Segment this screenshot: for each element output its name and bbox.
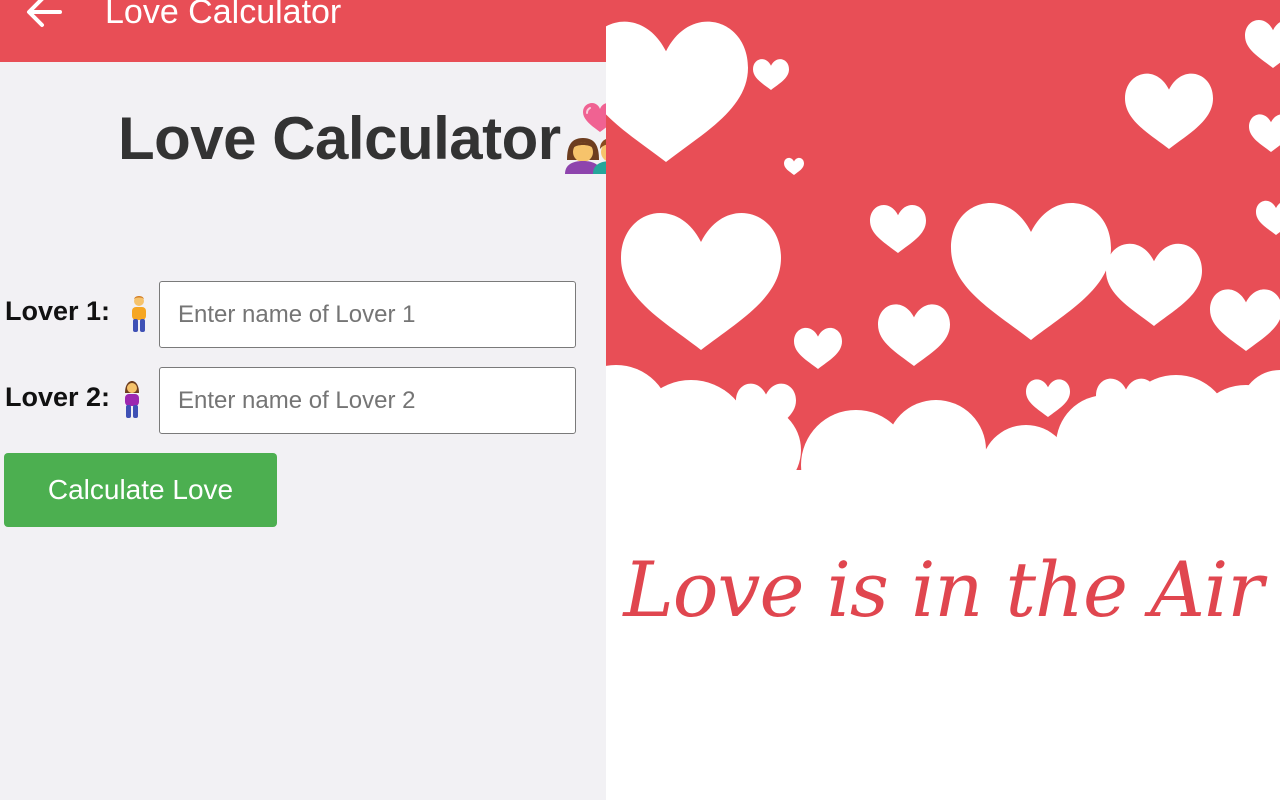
love-calculator-app: Love Calculator Love Calculator Lover 1:…: [0, 0, 606, 800]
couple-with-heart-icon: [563, 102, 606, 174]
woman-icon: [121, 381, 143, 419]
banner-tagline: Love is in the Air: [623, 545, 1263, 634]
lover1-input[interactable]: [159, 281, 576, 348]
person-icon: [128, 295, 150, 333]
calculate-love-button[interactable]: Calculate Love: [4, 453, 277, 527]
app-bar-title: Love Calculator: [105, 0, 342, 31]
screenshot: Love Calculator Love Calculator Lover 1:…: [0, 0, 1280, 800]
arrow-left-icon: [27, 0, 62, 27]
lover2-input[interactable]: [159, 367, 576, 434]
lover2-label: Lover 2:: [5, 382, 111, 412]
app-bar: Love Calculator: [0, 0, 606, 62]
hearts-background: [606, 0, 1280, 800]
page-heading: Love Calculator: [118, 100, 606, 176]
page-title: Love Calculator: [118, 104, 561, 172]
lover1-label: Lover 1:: [5, 296, 111, 326]
love-banner-image: Love is in the Air: [606, 0, 1280, 800]
back-button[interactable]: [22, 0, 66, 32]
